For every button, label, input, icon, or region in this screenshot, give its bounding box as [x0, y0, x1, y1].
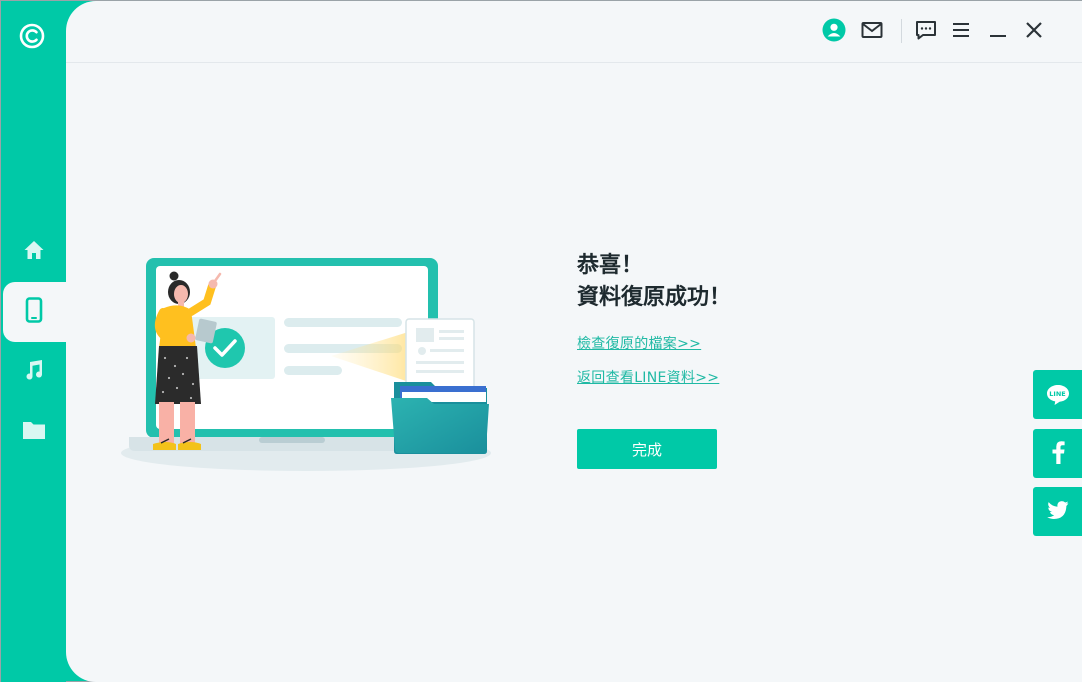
folder-icon: [21, 418, 47, 446]
toolbar-divider: [901, 19, 902, 43]
feedback-icon: [915, 20, 937, 44]
title-bar: [66, 1, 1082, 63]
success-heading-line1: 恭喜！: [577, 252, 644, 278]
back-to-line-data-link[interactable]: 返回查看LINE資料>>: [577, 367, 719, 387]
line-share-button[interactable]: LINE: [1033, 370, 1082, 419]
minimize-button[interactable]: [983, 17, 1013, 47]
twitter-share-button[interactable]: [1033, 487, 1082, 536]
view-recovered-files-link[interactable]: 檢查復原的檔案>>: [577, 333, 701, 353]
main-panel: 恭喜！ 資料復原成功！ 檢查復原的檔案>> 返回查看LINE資料>> 完成 LI…: [66, 1, 1082, 682]
mail-icon: [861, 21, 883, 43]
close-button[interactable]: [1019, 17, 1049, 47]
recovery-success-illustration: [121, 246, 501, 481]
minimize-icon: [989, 23, 1007, 42]
close-icon: [1025, 21, 1043, 43]
done-button[interactable]: 完成: [577, 429, 717, 469]
sidebar: [1, 1, 73, 682]
result-panel: 恭喜！ 資料復原成功！ 檢查復原的檔案>> 返回查看LINE資料>> 完成: [577, 249, 897, 469]
mail-button[interactable]: [857, 17, 887, 47]
line-icon: LINE: [1045, 383, 1071, 407]
sidebar-item-files[interactable]: [1, 402, 66, 462]
sidebar-item-device[interactable]: [3, 282, 73, 342]
success-heading-line2: 資料復原成功！: [577, 284, 732, 310]
phone-icon: [22, 297, 46, 327]
line-icon-label: LINE: [1049, 389, 1066, 398]
home-icon: [22, 238, 46, 266]
sidebar-item-home[interactable]: [1, 222, 66, 282]
sidebar-item-music[interactable]: [1, 342, 66, 402]
feedback-button[interactable]: [911, 17, 941, 47]
account-icon: [822, 18, 846, 46]
app-window: 恭喜！ 資料復原成功！ 檢查復原的檔案>> 返回查看LINE資料>> 完成 LI…: [0, 0, 1082, 682]
menu-icon: [952, 22, 970, 42]
menu-button[interactable]: [946, 17, 976, 47]
facebook-icon: [1051, 440, 1065, 468]
facebook-share-button[interactable]: [1033, 429, 1082, 478]
music-note-icon: [22, 358, 46, 386]
account-button[interactable]: [819, 17, 849, 47]
app-logo-icon: [17, 21, 47, 51]
twitter-icon: [1046, 500, 1069, 523]
